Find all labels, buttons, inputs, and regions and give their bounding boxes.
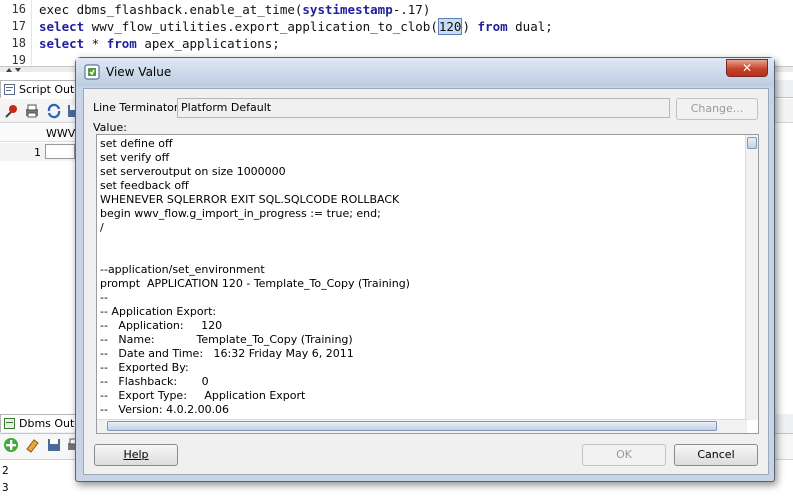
- grid-header: WWV: [0, 124, 80, 142]
- value-line: -- Flashback: 0: [100, 375, 209, 388]
- collapse-arrows-icon[interactable]: [4, 67, 24, 73]
- table-row[interactable]: 1: [0, 143, 80, 161]
- script-output-grid: WWV 1: [0, 124, 80, 409]
- cancel-button[interactable]: Cancel: [674, 444, 758, 466]
- close-button[interactable]: ✕: [726, 59, 768, 77]
- value-line: begin wwv_flow.g_import_in_progress := t…: [100, 207, 381, 220]
- code-keyword: from: [106, 36, 137, 51]
- output-line: 3: [2, 481, 9, 494]
- save-icon[interactable]: [46, 437, 62, 453]
- dialog-title: View Value: [106, 65, 172, 79]
- row-number: 1: [34, 146, 41, 159]
- code-text: ): [462, 19, 478, 34]
- line-number: 17: [11, 19, 26, 33]
- ok-button-label: OK: [616, 448, 632, 461]
- value-line: -- Name: Template_To_Copy (Training): [100, 333, 353, 346]
- code-highlight: 120: [437, 18, 463, 35]
- line-terminator-label: Line Terminator:: [93, 101, 182, 114]
- horizontal-scroll-thumb[interactable]: [107, 421, 717, 431]
- script-output-icon: [4, 84, 15, 95]
- dbms-output-icon: [4, 418, 15, 429]
- refresh-icon[interactable]: [46, 103, 62, 119]
- ok-button[interactable]: OK: [582, 444, 666, 466]
- view-value-dialog: View Value ✕ Line Terminator: Platform D…: [75, 57, 775, 482]
- value-line: set verify off: [100, 151, 170, 164]
- change-button[interactable]: Change...: [676, 98, 758, 120]
- code-keyword: from: [477, 19, 508, 34]
- code-line[interactable]: select wwv_flow_utilities.export_applica…: [39, 18, 553, 35]
- pin-icon[interactable]: [4, 103, 20, 119]
- output-line: 2: [2, 464, 9, 477]
- value-line: WHENEVER SQLERROR EXIT SQL.SQLCODE ROLLB…: [100, 193, 400, 206]
- dialog-body: Line Terminator: Platform Default Change…: [83, 88, 769, 475]
- value-line: set define off: [100, 137, 173, 150]
- code-keyword: select: [39, 36, 85, 51]
- value-line: -- Export Type: Application Export: [100, 389, 306, 402]
- line-number-gutter: 16 17 18 19: [0, 0, 32, 67]
- line-number: 16: [11, 2, 26, 16]
- code-keyword: select: [39, 19, 85, 34]
- code-line[interactable]: select * from apex_applications;: [39, 36, 280, 51]
- code-keyword: systimestamp: [302, 2, 393, 17]
- value-line: /: [100, 221, 104, 234]
- value-line: -- Exported By:: [100, 361, 189, 374]
- value-label: Value:: [93, 121, 127, 134]
- cancel-button-label: Cancel: [697, 448, 735, 461]
- column-header: WWV: [46, 127, 76, 140]
- value-line: set serveroutput on size 1000000: [100, 165, 286, 178]
- value-line: -- Date and Time: 16:32 Friday May 6, 20…: [100, 347, 354, 360]
- cell-value[interactable]: [45, 144, 75, 159]
- eraser-icon[interactable]: [24, 437, 40, 453]
- horizontal-scrollbar[interactable]: [97, 419, 747, 433]
- value-line: -- Version: 4.0.2.00.06: [100, 403, 230, 416]
- help-button-label: Help: [123, 448, 149, 461]
- dialog-titlebar[interactable]: View Value ✕: [76, 58, 774, 86]
- code-text: exec dbms_flashback.enable_at_time(: [39, 2, 303, 17]
- line-number: 18: [11, 36, 26, 50]
- vertical-scrollbar[interactable]: [745, 135, 758, 420]
- print-icon[interactable]: [24, 103, 40, 119]
- code-text: dual;: [507, 19, 553, 34]
- dialog-icon: [84, 64, 100, 80]
- line-terminator-value: Platform Default: [181, 101, 272, 114]
- vertical-scroll-thumb[interactable]: [747, 137, 757, 149]
- code-text: -.17): [392, 2, 431, 17]
- line-number: 19: [11, 53, 26, 67]
- code-text: apex_applications;: [136, 36, 280, 51]
- help-button[interactable]: Help: [94, 444, 178, 466]
- code-line[interactable]: exec dbms_flashback.enable_at_time(systi…: [39, 2, 430, 17]
- add-icon[interactable]: [3, 437, 19, 453]
- close-icon: ✕: [741, 61, 753, 75]
- value-line: set feedback off: [100, 179, 189, 192]
- value-line: --: [100, 291, 108, 304]
- code-text: *: [84, 36, 107, 51]
- value-line: -- Application: 120: [100, 319, 223, 332]
- value-line: -- Application Export:: [100, 305, 217, 318]
- line-terminator-field: Platform Default: [177, 98, 670, 118]
- value-line: --application/set_environment: [100, 263, 265, 276]
- value-textarea[interactable]: set define off set verify off set serverou…: [96, 134, 759, 434]
- change-button-label: Change...: [690, 102, 744, 115]
- value-line: prompt APPLICATION 120 - Template_To_Cop…: [100, 277, 410, 290]
- sql-editor[interactable]: 16 17 18 19 exec dbms_flashback.enable_a…: [0, 0, 793, 67]
- code-text: wwv_flow_utilities.export_application_to…: [84, 19, 438, 34]
